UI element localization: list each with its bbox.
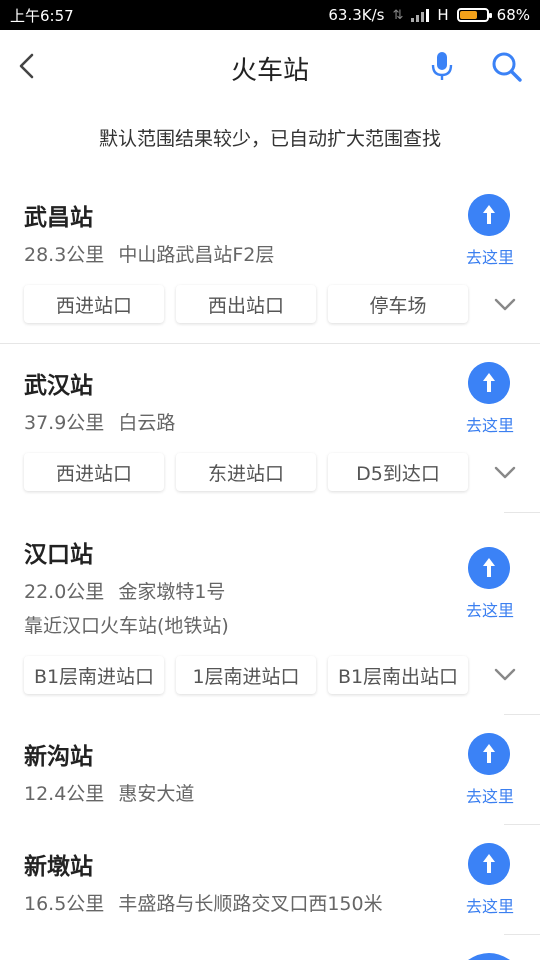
entrance-chip[interactable]: D5到达口 [328, 453, 468, 491]
station-distance: 22.0公里 [24, 581, 105, 603]
station-name: 新墩站 [24, 854, 93, 880]
battery-percent: 68% [496, 6, 530, 24]
status-bar: 上午6:57 63.3K/s ⇅ H 68% [0, 0, 540, 30]
station-info: 22.0公里 金家墩特1号 [24, 577, 225, 604]
result-item[interactable]: 武汉站 37.9公里 白云路 去这里 西进站口 东进站口 D5到达口 [0, 362, 540, 511]
navigate-arrow-icon[interactable] [468, 547, 510, 589]
navigate-arrow-icon[interactable] [468, 362, 510, 404]
network-type: H [437, 6, 449, 24]
station-distance: 28.3公里 [24, 244, 105, 266]
chevron-down-icon[interactable] [492, 666, 518, 684]
station-info: 16.5公里 丰盛路与长顺路交叉口西150米 [24, 889, 383, 916]
navigate-arrow-icon[interactable] [468, 194, 510, 236]
go-here-button[interactable]: 去这里 [462, 783, 518, 807]
range-notice: 默认范围结果较少，已自动扩大范围查找 [98, 128, 441, 150]
go-here-button[interactable]: 去这里 [462, 893, 518, 917]
entrance-chip[interactable]: 1层南进站口 [176, 656, 316, 694]
entrance-chip[interactable]: 西出站口 [176, 285, 316, 323]
station-address: 金家墩特1号 [118, 581, 226, 603]
station-distance: 16.5公里 [24, 893, 105, 915]
entrance-chip[interactable]: 停车场 [328, 285, 468, 323]
station-distance: 37.9公里 [24, 412, 105, 434]
go-here-button[interactable]: 去这里 [462, 597, 518, 621]
station-distance: 12.4公里 [24, 783, 105, 805]
network-speed: 63.3K/s [328, 6, 385, 24]
top-nav-bar: 火车站 [0, 30, 540, 102]
entrance-chip[interactable]: 西进站口 [24, 453, 164, 491]
station-name: 新沟站 [24, 744, 93, 770]
result-item[interactable]: 新墩站 16.5公里 丰盛路与长顺路交叉口西150米 去这里 [0, 843, 540, 933]
station-name: 汉口站 [24, 542, 93, 568]
page-title: 火车站 [230, 56, 309, 86]
divider [0, 343, 540, 344]
chevron-down-icon[interactable] [492, 464, 518, 482]
result-item[interactable]: 新沟站 12.4公里 惠安大道 去这里 [0, 733, 540, 823]
go-here-button[interactable]: 去这里 [462, 244, 518, 268]
navigate-arrow-icon[interactable] [468, 733, 510, 775]
station-address: 白云路 [118, 412, 176, 434]
station-info: 28.3公里 中山路武昌站F2层 [24, 240, 274, 267]
entrance-chip[interactable]: B1层南出站口 [328, 656, 468, 694]
divider [504, 512, 540, 513]
station-info: 12.4公里 惠安大道 [24, 779, 194, 806]
microphone-icon[interactable] [428, 50, 456, 82]
nearby-landmark: 靠近汉口火车站(地铁站) [24, 615, 229, 637]
entrance-chips: 西进站口 西出站口 停车场 [24, 285, 480, 323]
entrance-chips: B1层南进站口 1层南进站口 B1层南出站口 [24, 656, 480, 694]
entrance-chip[interactable]: 东进站口 [176, 453, 316, 491]
navigate-arrow-icon[interactable] [468, 952, 510, 960]
station-name: 武昌站 [24, 205, 93, 231]
battery-icon [456, 8, 492, 22]
station-address: 惠安大道 [118, 783, 195, 805]
go-here-button[interactable]: 去这里 [462, 412, 518, 436]
result-item[interactable]: 汉口站 22.0公里 金家墩特1号 靠近汉口火车站(地铁站) 去这里 B1层南进站… [0, 535, 540, 715]
entrance-chips: 西进站口 东进站口 D5到达口 [24, 453, 480, 491]
divider [504, 934, 540, 935]
station-address: 中山路武昌站F2层 [118, 244, 275, 266]
station-info: 37.9公里 白云路 [24, 408, 175, 435]
divider [504, 714, 540, 715]
station-address: 丰盛路与长顺路交叉口西150米 [118, 893, 383, 915]
chevron-down-icon[interactable] [492, 296, 518, 314]
result-item[interactable]: 武昌站 28.3公里 中山路武昌站F2层 去这里 西进站口 西出站口 停车场 [0, 194, 540, 343]
signal-icon [411, 8, 430, 22]
navigate-arrow-icon[interactable] [468, 843, 510, 885]
entrance-chip[interactable]: 西进站口 [24, 285, 164, 323]
entrance-chip[interactable]: B1层南进站口 [24, 656, 164, 694]
status-time: 上午6:57 [10, 6, 74, 25]
battery-level [459, 11, 478, 19]
status-icons: 63.3K/s ⇅ H 68% [328, 6, 530, 24]
search-icon[interactable] [490, 50, 524, 84]
divider [504, 824, 540, 825]
station-name: 武汉站 [24, 373, 93, 399]
data-transfer-icon: ⇅ [392, 7, 404, 23]
